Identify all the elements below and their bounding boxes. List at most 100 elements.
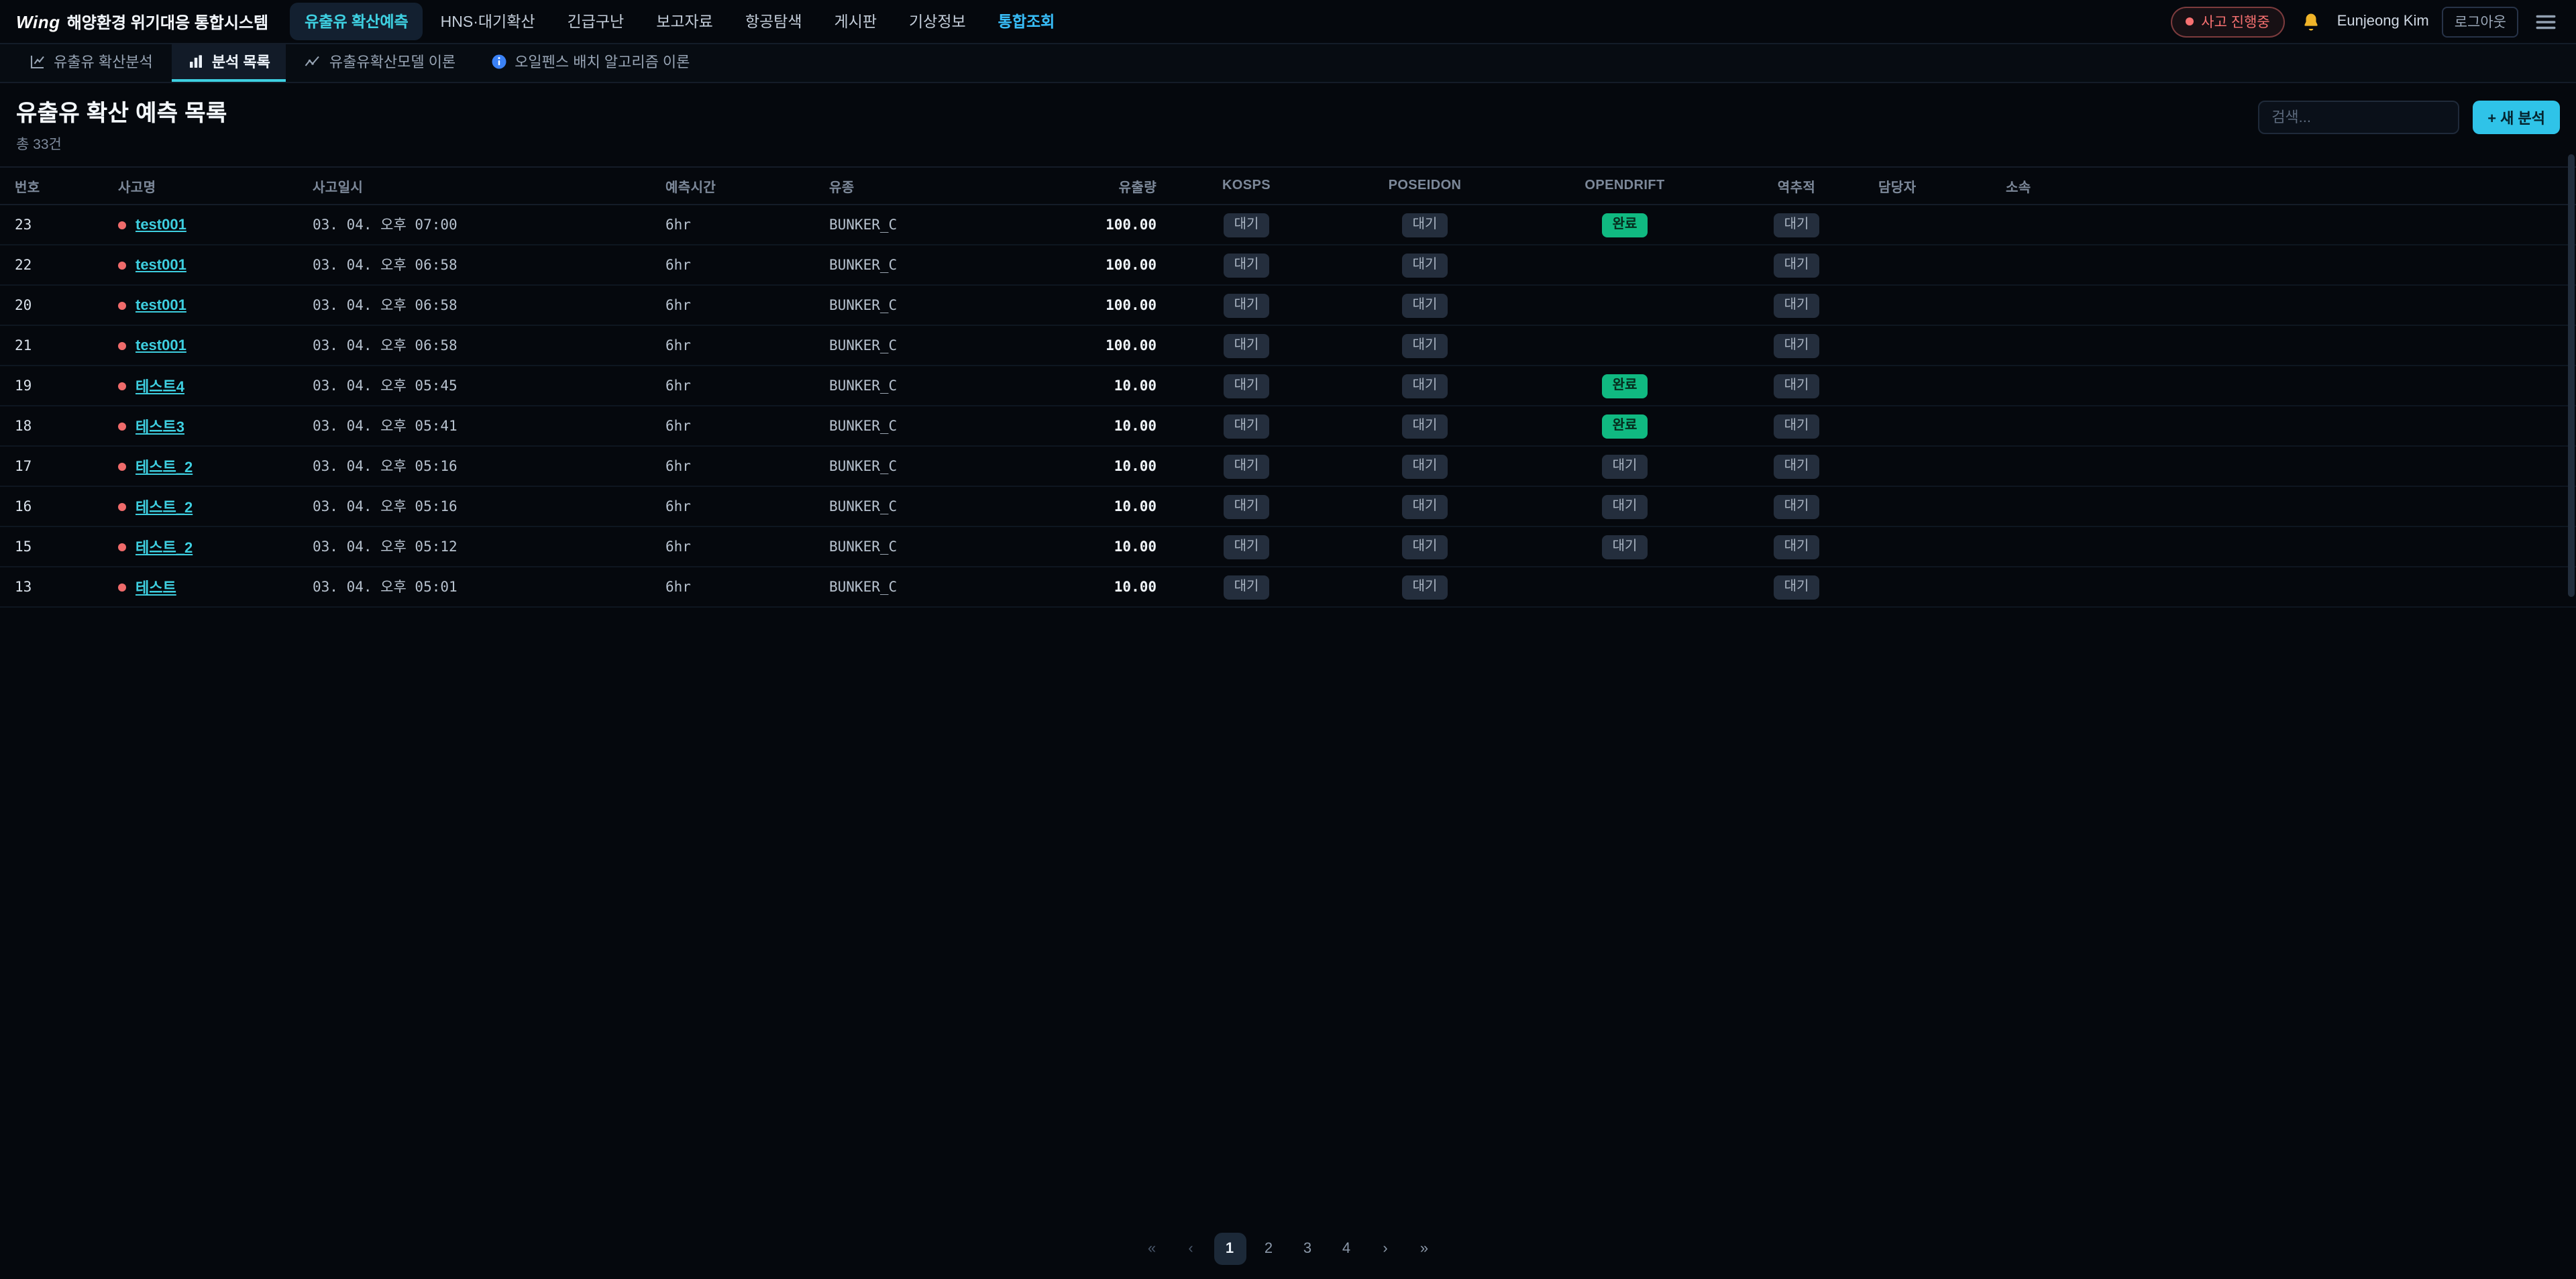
- table-row: 23test00103. 04. 오후 07:006hrBUNKER_C100.…: [0, 205, 2576, 245]
- nav-item-hns-air-diffusion[interactable]: HNS·대기확산: [426, 3, 550, 40]
- cell-manager: [1868, 486, 1995, 526]
- status-badge: 대기: [1402, 374, 1448, 398]
- incident-link[interactable]: 테스트4: [118, 375, 184, 396]
- cell-no: 23: [0, 205, 107, 245]
- status-badge: 대기: [1402, 575, 1448, 599]
- cell-incident-name: test001: [107, 205, 302, 245]
- cell-org: [1995, 446, 2576, 486]
- incident-link[interactable]: 테스트3: [118, 415, 184, 437]
- status-badge: 대기: [1224, 575, 1270, 599]
- cell-manager: [1868, 205, 1995, 245]
- new-analysis-button[interactable]: + 새 분석: [2473, 101, 2560, 134]
- status-badge: 대기: [1602, 454, 1648, 478]
- pagination-page-4[interactable]: 4: [1330, 1232, 1362, 1264]
- notification-bell-icon[interactable]: [2298, 9, 2324, 34]
- status-badge: 완료: [1602, 213, 1648, 237]
- hamburger-menu-icon[interactable]: [2532, 7, 2560, 36]
- chart-icon: [30, 54, 46, 70]
- cell-poseidon: 대기: [1326, 205, 1524, 245]
- tab-spill-analysis[interactable]: 유출유 확산분석: [13, 44, 169, 82]
- tab-model-theory[interactable]: 유출유확산모델 이론: [289, 44, 472, 82]
- cell-oil-type: BUNKER_C: [818, 526, 1004, 567]
- status-badge: 대기: [1224, 293, 1270, 317]
- cell-poseidon: 대기: [1326, 526, 1524, 567]
- scrollbar[interactable]: [2568, 0, 2575, 1279]
- incident-dot-icon: [118, 382, 126, 390]
- cell-kosps: 대기: [1167, 245, 1326, 285]
- incident-link[interactable]: test001: [118, 257, 186, 273]
- cell-datetime: 03. 04. 오후 05:12: [302, 526, 655, 567]
- nav-item-aerial-search[interactable]: 항공탐색: [731, 3, 817, 40]
- cell-datetime: 03. 04. 오후 05:16: [302, 486, 655, 526]
- status-badge: 대기: [1402, 454, 1448, 478]
- tab-oilfence-theory[interactable]: 오일펜스 배치 알고리즘 이론: [474, 44, 706, 82]
- cell-opendrift: 완료: [1524, 406, 1725, 446]
- nav-item-oil-spill-prediction[interactable]: 유출유 확산예측: [290, 3, 423, 40]
- logout-button[interactable]: 로그아웃: [2443, 6, 2518, 37]
- incident-link[interactable]: 테스트_2: [118, 455, 193, 477]
- app-logo[interactable]: Wing 해양환경 위기대응 통합시스템: [16, 10, 268, 33]
- pagination-page-3[interactable]: 3: [1291, 1232, 1324, 1264]
- incident-link[interactable]: test001: [118, 217, 186, 233]
- table-body: 23test00103. 04. 오후 07:006hrBUNKER_C100.…: [0, 205, 2576, 607]
- cell-incident-name: 테스트4: [107, 366, 302, 406]
- cell-incident-name: 테스트_2: [107, 446, 302, 486]
- pagination-page-2[interactable]: 2: [1252, 1232, 1285, 1264]
- nav-item-board[interactable]: 게시판: [820, 3, 892, 40]
- status-badge: 대기: [1402, 414, 1448, 438]
- top-right-controls: 사고 진행중 Eunjeong Kim 로그아웃: [2170, 6, 2560, 37]
- cell-opendrift: 대기: [1524, 486, 1725, 526]
- cell-org: [1995, 486, 2576, 526]
- incident-link[interactable]: 테스트_2: [118, 536, 193, 557]
- cell-poseidon: 대기: [1326, 406, 1524, 446]
- cell-spill-amount: 10.00: [1004, 526, 1167, 567]
- cell-poseidon: 대기: [1326, 285, 1524, 325]
- cell-forecast-duration: 6hr: [655, 567, 818, 607]
- incident-status-badge[interactable]: 사고 진행중: [2170, 6, 2284, 37]
- search-input[interactable]: [2258, 101, 2459, 134]
- pagination-next[interactable]: ›: [1369, 1232, 1401, 1264]
- cell-spill-amount: 100.00: [1004, 285, 1167, 325]
- nav-item-emergency-rescue[interactable]: 긴급구난: [553, 3, 639, 40]
- cell-kosps: 대기: [1167, 325, 1326, 366]
- cell-no: 21: [0, 325, 107, 366]
- cell-no: 17: [0, 446, 107, 486]
- tab-analysis-list[interactable]: 분석 목록: [172, 44, 286, 82]
- cell-org: [1995, 205, 2576, 245]
- status-badge: 대기: [1402, 535, 1448, 559]
- cell-forecast-duration: 6hr: [655, 446, 818, 486]
- nav-item-weather-info[interactable]: 기상정보: [894, 3, 981, 40]
- cell-org: [1995, 245, 2576, 285]
- cell-poseidon: 대기: [1326, 325, 1524, 366]
- table-row: 13테스트03. 04. 오후 05:016hrBUNKER_C10.00대기대…: [0, 567, 2576, 607]
- cell-poseidon: 대기: [1326, 446, 1524, 486]
- cell-no: 13: [0, 567, 107, 607]
- pagination-last[interactable]: »: [1408, 1232, 1440, 1264]
- table-header-row: 번호사고명사고일시예측시간유종유출량KOSPSPOSEIDONOPENDRIFT…: [0, 167, 2576, 205]
- cell-kosps: 대기: [1167, 406, 1326, 446]
- incident-link[interactable]: test001: [118, 297, 186, 313]
- cell-org: [1995, 366, 2576, 406]
- incident-name-label: 테스트_2: [136, 455, 193, 477]
- pagination-page-1[interactable]: 1: [1214, 1232, 1246, 1264]
- page-header: 유출유 확산 예측 목록 총 33건 + 새 분석: [0, 83, 2576, 166]
- status-badge: 대기: [1774, 374, 1820, 398]
- cell-oil-type: BUNKER_C: [818, 486, 1004, 526]
- incident-link[interactable]: 테스트: [118, 576, 176, 598]
- cell-forecast-duration: 6hr: [655, 406, 818, 446]
- table-row: 21test00103. 04. 오후 06:586hrBUNKER_C100.…: [0, 325, 2576, 366]
- status-badge: 대기: [1224, 333, 1270, 357]
- scrollbar-thumb[interactable]: [2568, 154, 2575, 597]
- cell-spill-amount: 10.00: [1004, 406, 1167, 446]
- incident-link[interactable]: 테스트_2: [118, 496, 193, 517]
- incident-dot-icon: [118, 583, 126, 591]
- cell-opendrift: [1524, 245, 1725, 285]
- nav-item-integrated-search[interactable]: 통합조회: [983, 3, 1070, 40]
- incident-name-label: test001: [136, 257, 186, 273]
- cell-manager: [1868, 526, 1995, 567]
- cell-oil-type: BUNKER_C: [818, 406, 1004, 446]
- status-badge: 대기: [1774, 575, 1820, 599]
- nav-item-reports[interactable]: 보고자료: [641, 3, 728, 40]
- cell-kosps: 대기: [1167, 366, 1326, 406]
- incident-link[interactable]: test001: [118, 337, 186, 353]
